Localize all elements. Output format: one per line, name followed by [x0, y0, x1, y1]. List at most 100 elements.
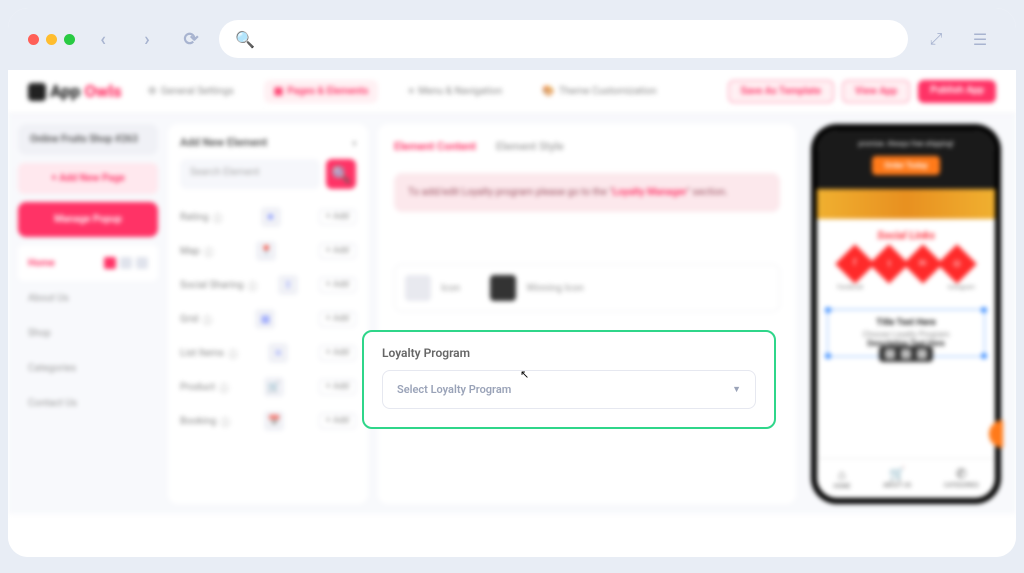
logo-text-pre: App	[50, 82, 80, 102]
sidebar-page-about[interactable]: About Us	[18, 281, 158, 316]
element-product[interactable]: Product ⓘ🛒+ Add	[180, 377, 356, 397]
expand-icon[interactable]: ⤢	[920, 23, 952, 55]
phone-bottom-nav: ⌂HOME 🛒ABOUT US ✆CATEGORIES	[817, 458, 995, 498]
preview-image-strip	[817, 189, 995, 219]
logo-text-accent: Owls	[84, 82, 121, 102]
editor-panel: Element Content Element Style To add/edi…	[378, 124, 796, 504]
winning-icon-placeholder	[490, 275, 516, 301]
phone-screen: promise. Always free shipping! Order Tod…	[817, 130, 995, 498]
cart-icon: 🛒	[264, 377, 284, 397]
pin-icon: 📍	[256, 241, 276, 261]
loyalty-panel-title: Loyalty Program	[382, 346, 756, 360]
cart-nav-icon: 🛒	[883, 467, 911, 482]
tab-element-style[interactable]: Element Style	[496, 140, 564, 153]
page-list: Home About Us Shop Categories Contact Us	[18, 245, 158, 421]
icon-placeholder	[405, 275, 431, 301]
search-element-input[interactable]: Search Element	[180, 159, 320, 189]
publish-app-button[interactable]: Publish App	[918, 80, 996, 103]
social-labels: FacebookInstagram	[817, 284, 995, 291]
nav-menu-navigation[interactable]: ≡ Menu & Navigation	[398, 80, 512, 103]
phone-icon: ✆	[944, 467, 979, 482]
sidebar-page-home[interactable]: Home	[18, 245, 158, 281]
loyalty-program-select[interactable]: Select Loyalty Program ▼	[382, 370, 756, 409]
element-booking[interactable]: Booking ⓘ📅+ Add	[180, 411, 356, 431]
close-window-icon[interactable]	[28, 34, 39, 45]
element-list-items[interactable]: List Items ⓘ≡+ Add	[180, 343, 356, 363]
sidebar-page-contact[interactable]: Contact Us	[18, 386, 158, 421]
delete-icon[interactable]	[917, 349, 927, 359]
star-icon: ★	[261, 207, 281, 227]
preview-desc-text: Description Text Here	[836, 339, 976, 348]
grid-icon: ▦	[255, 309, 275, 329]
element-social-sharing[interactable]: Social Sharing ⓘ⇪+ Add	[180, 275, 356, 295]
floating-action-button[interactable]	[989, 420, 995, 448]
nav-categories[interactable]: ✆CATEGORIES	[944, 467, 979, 490]
loyalty-select-placeholder: Select Loyalty Program	[397, 383, 511, 396]
linkedin-icon[interactable]: in	[903, 244, 943, 284]
tab-element-content[interactable]: Element Content	[394, 140, 476, 153]
url-bar[interactable]: 🔍	[219, 20, 908, 58]
editor-tabs: Element Content Element Style	[394, 140, 780, 161]
app-logo[interactable]: AppOwls	[28, 82, 122, 102]
element-rating[interactable]: Rating ⓘ★+ Add	[180, 207, 356, 227]
maximize-window-icon[interactable]	[64, 34, 75, 45]
nav-about[interactable]: 🛒ABOUT US	[883, 467, 911, 490]
nav-home[interactable]: ⌂HOME	[833, 467, 850, 490]
hamburger-icon[interactable]: ☰	[964, 23, 996, 55]
element-toolbar[interactable]	[879, 346, 933, 362]
preview-banner: promise. Always free shipping! Order Tod…	[817, 130, 995, 189]
search-element-button[interactable]: 🔍	[326, 159, 356, 189]
workspace: Online Fruits Shop #263 + Add New Page M…	[8, 114, 1016, 514]
facebook-icon[interactable]: f	[835, 244, 875, 284]
nav-general-settings[interactable]: ⚙ General Settings	[138, 80, 244, 103]
add-new-page-button[interactable]: + Add New Page	[18, 163, 158, 194]
cursor-icon: ↖	[520, 368, 529, 381]
browser-toolbar: ‹ › ⟳ 🔍 ⤢ ☰	[8, 8, 1016, 70]
owl-icon	[28, 83, 46, 101]
loyalty-info-box: To add/edit Loyalty program please go to…	[394, 173, 780, 212]
loyalty-program-panel: Loyalty Program Select Loyalty Program ▼	[362, 330, 776, 429]
app-topbar: AppOwls ⚙ General Settings ▦ Pages & Ele…	[8, 70, 1016, 114]
minimize-window-icon[interactable]	[46, 34, 57, 45]
move-icon[interactable]	[885, 349, 895, 359]
element-map[interactable]: Map ⓘ📍+ Add	[180, 241, 356, 261]
save-as-template-button[interactable]: Save As Template	[728, 80, 834, 103]
view-app-button[interactable]: View App	[842, 80, 910, 103]
reload-icon[interactable]: ⟳	[175, 23, 207, 55]
preview-title-text: Title Text Here	[836, 318, 976, 328]
top-actions: Save As Template View App Publish App	[728, 80, 996, 103]
sidebar-page-categories[interactable]: Categories	[18, 351, 158, 386]
browser-frame: ‹ › ⟳ 🔍 ⤢ ☰ AppOwls ⚙ General Settings ▦…	[8, 8, 1016, 557]
app-shell: AppOwls ⚙ General Settings ▦ Pages & Ele…	[8, 70, 1016, 557]
home-icon: ⌂	[833, 467, 850, 483]
icon-slot[interactable]: Icon	[405, 275, 460, 301]
icon-picker-row: Icon Winning Icon	[394, 264, 780, 312]
twitter-icon[interactable]: t	[869, 244, 909, 284]
elements-panel-title: Add New Element›	[180, 136, 356, 149]
preview-column: promise. Always free shipping! Order Tod…	[806, 124, 1006, 504]
nav-pages-elements[interactable]: ▦ Pages & Elements	[264, 80, 379, 103]
loyalty-preview-section[interactable]: Title Text Here Choose Loyalty Program D…	[827, 309, 985, 357]
search-icon: 🔍	[235, 30, 255, 49]
collapse-icon[interactable]: ›	[353, 136, 356, 149]
banner-text: promise. Always free shipping!	[825, 140, 987, 148]
preview-sub-text: Choose Loyalty Program	[836, 330, 976, 339]
sidebar-page-shop[interactable]: Shop	[18, 316, 158, 351]
phone-mockup: promise. Always free shipping! Order Tod…	[811, 124, 1001, 504]
nav-back-icon[interactable]: ‹	[87, 23, 119, 55]
nav-theme-customization[interactable]: 🎨 Theme Customization	[532, 80, 666, 103]
nav-forward-icon[interactable]: ›	[131, 23, 163, 55]
window-controls	[28, 34, 75, 45]
element-grid[interactable]: Grid ⓘ▦+ Add	[180, 309, 356, 329]
winning-icon-slot[interactable]: Winning Icon	[490, 275, 584, 301]
url-input[interactable]	[263, 32, 892, 46]
pages-sidebar: Online Fruits Shop #263 + Add New Page M…	[18, 124, 158, 504]
instagram-icon[interactable]: ◎	[937, 244, 977, 284]
order-today-button[interactable]: Order Today	[872, 156, 939, 175]
social-icons-row: f t in ◎	[817, 250, 995, 278]
manage-popup-button[interactable]: Manage Popup	[18, 202, 158, 237]
shop-title: Online Fruits Shop #263	[18, 124, 158, 155]
duplicate-icon[interactable]	[901, 349, 911, 359]
elements-panel: Add New Element› Search Element 🔍 Rating…	[168, 124, 368, 504]
loyalty-manager-link[interactable]: Loyalty Manager	[612, 187, 686, 198]
